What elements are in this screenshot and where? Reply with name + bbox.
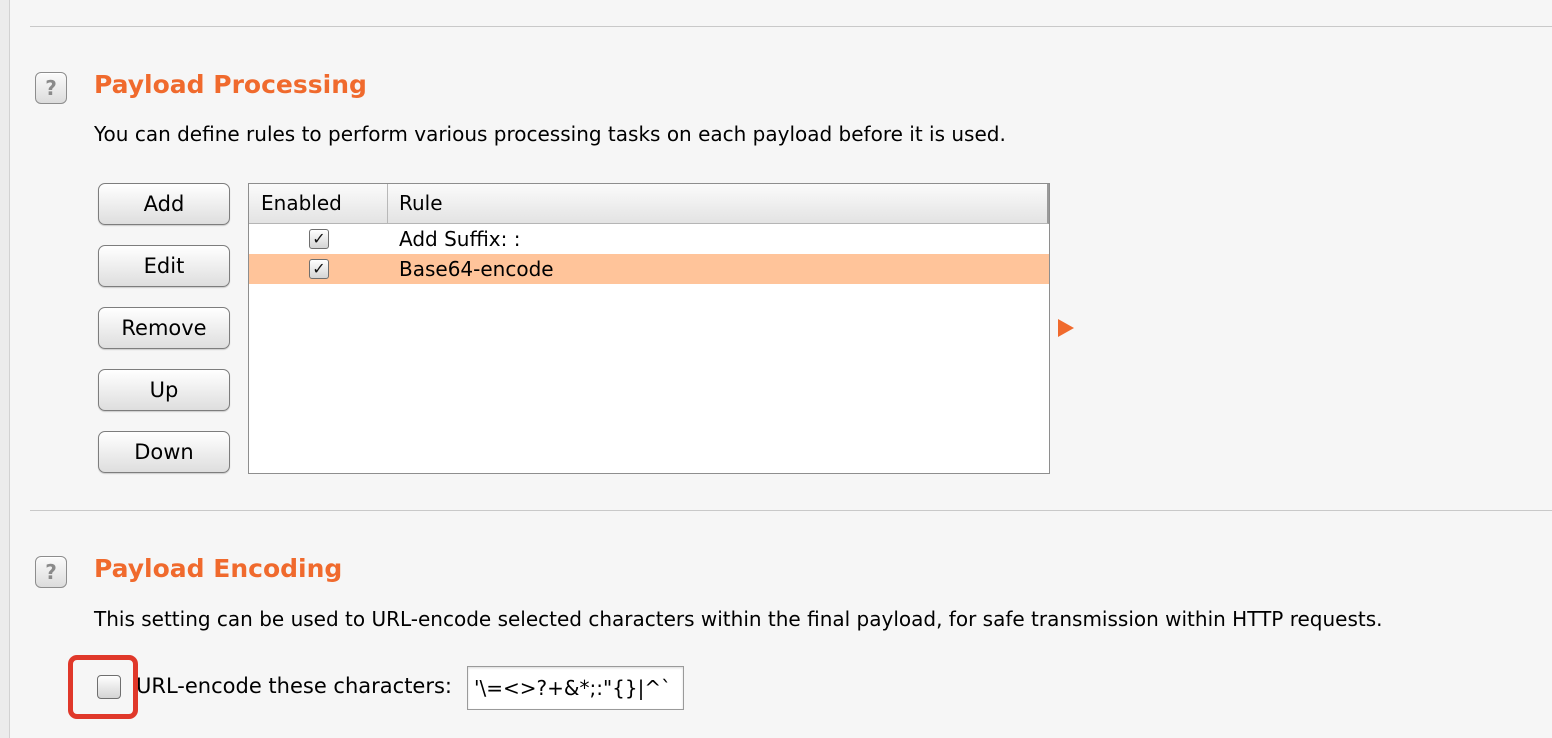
intruder-payloads-panel: ? Payload Processing You can define rule… bbox=[0, 0, 1552, 738]
down-button[interactable]: Down bbox=[98, 431, 230, 473]
payload-processing-title: Payload Processing bbox=[94, 70, 367, 99]
help-icon[interactable]: ? bbox=[35, 72, 67, 104]
url-encode-label: URL-encode these characters: bbox=[136, 674, 452, 698]
edit-button[interactable]: Edit bbox=[98, 245, 230, 287]
enabled-checkbox[interactable]: ✓ bbox=[309, 229, 329, 249]
triangle-right-icon bbox=[1058, 319, 1074, 337]
add-button[interactable]: Add bbox=[98, 183, 230, 225]
enabled-checkbox[interactable]: ✓ bbox=[309, 259, 329, 279]
rule-cell: Add Suffix: : bbox=[399, 227, 521, 251]
column-separator bbox=[387, 184, 388, 223]
up-button[interactable]: Up bbox=[98, 369, 230, 411]
payload-encoding-title: Payload Encoding bbox=[94, 554, 343, 583]
processing-rules-table[interactable]: Enabled Rule ✓ Add Suffix: : ✓ Base64-en… bbox=[248, 183, 1050, 474]
section-divider bbox=[30, 26, 1552, 27]
remove-button[interactable]: Remove bbox=[98, 307, 230, 349]
table-row[interactable]: ✓ Add Suffix: : bbox=[249, 224, 1049, 254]
section-divider bbox=[30, 510, 1552, 511]
left-pane-edge bbox=[0, 0, 10, 738]
help-icon[interactable]: ? bbox=[35, 556, 67, 588]
annotation-highlight-box bbox=[68, 655, 138, 719]
payload-processing-description: You can define rules to perform various … bbox=[94, 122, 1006, 146]
table-header: Enabled Rule bbox=[249, 184, 1049, 224]
url-encode-characters-field[interactable]: '\=<>?+&*;:"{}|^` bbox=[467, 666, 684, 710]
column-header-rule[interactable]: Rule bbox=[399, 184, 443, 223]
table-row-selected[interactable]: ✓ Base64-encode bbox=[249, 254, 1049, 284]
payload-encoding-description: This setting can be used to URL-encode s… bbox=[94, 607, 1383, 631]
rule-cell: Base64-encode bbox=[399, 257, 554, 281]
column-header-enabled[interactable]: Enabled bbox=[261, 184, 342, 223]
